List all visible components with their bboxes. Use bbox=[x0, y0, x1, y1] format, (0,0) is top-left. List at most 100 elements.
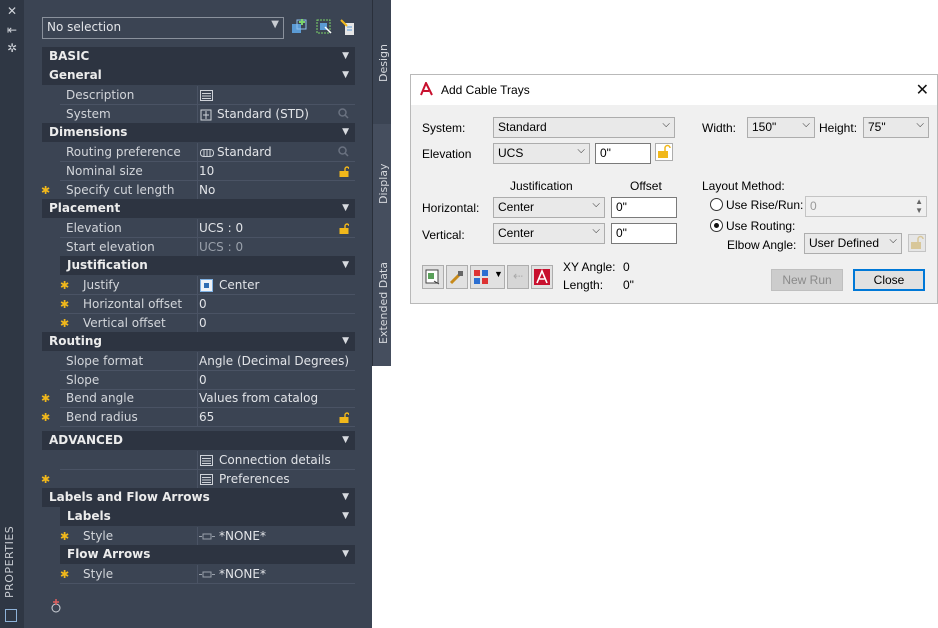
collapse-icon: ▼ bbox=[342, 51, 349, 61]
prop-nominal-size[interactable]: Nominal size 10 bbox=[42, 162, 355, 181]
use-routing-radio[interactable] bbox=[710, 219, 723, 232]
prop-label-style[interactable]: ✱ Style *NONE* bbox=[42, 527, 355, 546]
unlock-icon[interactable] bbox=[339, 412, 349, 423]
prop-name: Elevation bbox=[66, 221, 122, 235]
vertical-label: Vertical: bbox=[422, 228, 465, 242]
section-dimensions[interactable]: Dimensions ▼ bbox=[42, 123, 355, 142]
toggle-pickadd-icon[interactable] bbox=[339, 18, 357, 36]
elevation-input[interactable]: 0" bbox=[595, 143, 651, 164]
collapse-icon: ▼ bbox=[342, 549, 349, 559]
prop-name: Specify cut length bbox=[66, 183, 175, 197]
vertical-offset-input[interactable]: 0" bbox=[611, 223, 677, 244]
close-button[interactable]: Close bbox=[853, 269, 925, 291]
prop-description[interactable]: Description bbox=[42, 86, 355, 105]
justification-header: Justification bbox=[510, 179, 573, 193]
prop-vertical-offset[interactable]: ✱ Vertical offset 0 bbox=[42, 314, 355, 333]
prop-routing-preference[interactable]: Routing preference Standard bbox=[42, 143, 355, 162]
star-icon: ✱ bbox=[41, 473, 51, 486]
prop-slope[interactable]: Slope 0 bbox=[42, 371, 355, 390]
unlock-icon[interactable] bbox=[655, 143, 673, 161]
tab-design[interactable]: Design bbox=[372, 0, 391, 124]
prop-preferences[interactable]: ✱ Preferences bbox=[41, 470, 355, 489]
layout-method-label: Layout Method: bbox=[702, 179, 785, 193]
settings-icon[interactable]: ✲ bbox=[5, 41, 19, 55]
close-icon[interactable]: ✕ bbox=[916, 80, 929, 100]
select-objects-icon[interactable] bbox=[315, 18, 333, 36]
width-combo[interactable]: 150" ⌵ bbox=[747, 117, 815, 138]
prop-value: 10 bbox=[199, 164, 215, 178]
routing-icon bbox=[200, 149, 214, 157]
system-combo[interactable]: Standard ⌵ bbox=[493, 117, 675, 138]
catalog-browser-button[interactable] bbox=[422, 265, 444, 289]
spinner-icon[interactable]: ▲ ▼ bbox=[915, 197, 923, 215]
search-icon[interactable] bbox=[338, 146, 349, 157]
collapse-icon: ▼ bbox=[342, 492, 349, 502]
prop-name: Justify bbox=[83, 278, 120, 292]
compass-options-button[interactable]: ▼ bbox=[470, 265, 505, 289]
vertical-justification-combo[interactable]: Center ⌵ bbox=[493, 223, 605, 244]
tab-extended-data[interactable]: Extended Data bbox=[372, 242, 391, 366]
new-run-button[interactable]: New Run bbox=[771, 269, 843, 291]
system-icon bbox=[200, 109, 212, 121]
height-combo[interactable]: 75" ⌵ bbox=[863, 117, 929, 138]
section-justification[interactable]: Justification ▼ bbox=[60, 256, 355, 275]
match-properties-button[interactable] bbox=[446, 265, 468, 289]
flow-style-icon bbox=[199, 571, 215, 578]
elevation-label: Elevation bbox=[422, 147, 472, 161]
collapse-icon: ▼ bbox=[342, 70, 349, 80]
chevron-down-icon: ⌵ bbox=[592, 225, 600, 236]
prop-slope-format[interactable]: Slope format Angle (Decimal Degrees) bbox=[42, 352, 355, 371]
prop-specify-cut-length[interactable]: ✱ Specify cut length No bbox=[41, 181, 355, 200]
section-label: Routing bbox=[49, 334, 103, 348]
cell bbox=[197, 371, 355, 390]
prop-start-elevation[interactable]: Start elevation UCS : 0 bbox=[42, 238, 355, 257]
selection-dropdown[interactable]: No selection ▼ bbox=[42, 17, 284, 39]
undo-button[interactable]: ⇠ bbox=[507, 265, 529, 289]
chevron-down-icon: ⌵ bbox=[802, 119, 810, 130]
prop-value: *NONE* bbox=[219, 529, 266, 543]
add-tool-icon[interactable] bbox=[48, 598, 64, 614]
prop-name: Bend radius bbox=[66, 410, 138, 424]
horizontal-justification-combo[interactable]: Center ⌵ bbox=[493, 197, 605, 218]
close-icon[interactable]: ✕ bbox=[5, 4, 19, 18]
prop-elevation[interactable]: Elevation UCS : 0 bbox=[42, 219, 355, 238]
chevron-down-icon: ⌵ bbox=[916, 119, 924, 130]
prop-connection-details[interactable]: Connection details bbox=[42, 451, 355, 470]
system-label: System: bbox=[422, 121, 466, 135]
section-labels-flow-arrows[interactable]: Labels and Flow Arrows ▼ bbox=[42, 488, 355, 507]
unlock-icon[interactable] bbox=[339, 166, 349, 177]
unlock-icon[interactable] bbox=[339, 223, 349, 234]
unlock-icon[interactable] bbox=[908, 234, 926, 252]
section-basic[interactable]: BASIC ▼ bbox=[42, 47, 355, 66]
section-placement[interactable]: Placement ▼ bbox=[42, 199, 355, 218]
collapse-icon: ▼ bbox=[342, 511, 349, 521]
quick-select-icon[interactable] bbox=[290, 18, 308, 36]
auto-hide-icon[interactable]: ⇤ bbox=[5, 23, 19, 37]
help-button[interactable] bbox=[531, 265, 553, 289]
prop-name: Bend angle bbox=[66, 391, 134, 405]
section-routing[interactable]: Routing ▼ bbox=[42, 332, 355, 351]
section-labels[interactable]: Labels ▼ bbox=[60, 507, 355, 526]
prop-system[interactable]: System Standard (STD) bbox=[42, 105, 355, 124]
prop-flow-style[interactable]: ✱ Style *NONE* bbox=[42, 565, 355, 584]
section-general[interactable]: General ▼ bbox=[42, 66, 355, 85]
palette-icon bbox=[5, 609, 17, 622]
search-icon[interactable] bbox=[338, 108, 349, 119]
description-editor-icon[interactable] bbox=[200, 90, 213, 101]
horizontal-offset-input[interactable]: 0" bbox=[611, 197, 677, 218]
rise-run-input[interactable]: 0 ▲ ▼ bbox=[805, 196, 927, 217]
prop-bend-angle[interactable]: ✱ Bend angle Values from catalog bbox=[41, 389, 355, 408]
use-rise-run-radio[interactable] bbox=[710, 198, 723, 211]
tab-display[interactable]: Display bbox=[372, 124, 391, 242]
section-advanced[interactable]: ADVANCED ▼ bbox=[42, 431, 355, 450]
elbow-angle-combo[interactable]: User Defined ⌵ bbox=[804, 233, 902, 254]
chevron-down-icon: ▼ bbox=[271, 19, 279, 30]
prop-justify[interactable]: ✱ Justify Center bbox=[42, 276, 355, 295]
dialog-title: Add Cable Trays bbox=[441, 83, 530, 97]
star-icon: ✱ bbox=[60, 279, 70, 292]
prop-horizontal-offset[interactable]: ✱ Horizontal offset 0 bbox=[42, 295, 355, 314]
section-flow-arrows[interactable]: Flow Arrows ▼ bbox=[60, 545, 355, 564]
justify-center-icon[interactable] bbox=[200, 279, 213, 292]
prop-bend-radius[interactable]: ✱ Bend radius 65 bbox=[41, 408, 355, 427]
elevation-mode-combo[interactable]: UCS ⌵ bbox=[493, 143, 590, 164]
